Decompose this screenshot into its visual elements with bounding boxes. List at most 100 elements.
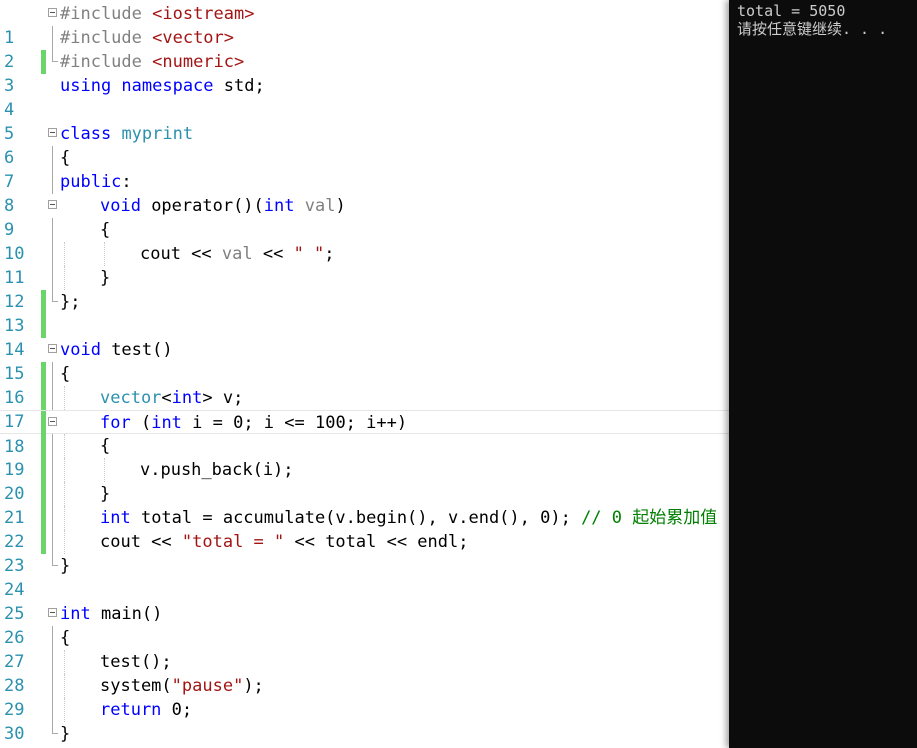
indent-guide: [64, 482, 65, 506]
identifier-token: operator()(: [140, 196, 264, 216]
code-line[interactable]: 7 {: [0, 146, 729, 192]
code-editor[interactable]: 1 #include <iostream> 2 #include <vector…: [0, 0, 729, 748]
fold-guide-end: [52, 50, 58, 62]
code-line[interactable]: 3 #include <numeric>: [0, 50, 729, 96]
change-indicator: [41, 530, 46, 554]
code-line[interactable]: 13 };: [0, 290, 729, 336]
parameter-token: val: [221, 244, 253, 264]
fold-guide-end: [52, 554, 58, 566]
code-text: return 0;: [100, 698, 192, 722]
preprocessor-token: #include: [60, 52, 153, 72]
brace-token: }: [100, 484, 111, 504]
code-line[interactable]: 17 vector<int> v;: [0, 386, 729, 432]
code-line[interactable]: 11 cout << val << " ";: [0, 242, 729, 288]
code-line[interactable]: 9 void operator()(int val): [0, 194, 729, 240]
identifier-token: << total << endl;: [284, 532, 469, 552]
code-line[interactable]: 2 #include <vector>: [0, 26, 729, 72]
screen: 1 #include <iostream> 2 #include <vector…: [0, 0, 917, 748]
keyword-token: return: [100, 700, 162, 720]
fold-guide: [52, 530, 53, 554]
code-line[interactable]: 23 cout << "total = " << total << endl;: [0, 530, 729, 576]
indent-guide: [64, 698, 65, 722]
fold-guide: [52, 218, 53, 242]
include-path: <iostream>: [152, 4, 255, 24]
collapse-icon[interactable]: [48, 608, 57, 617]
code-line[interactable]: 27 {: [0, 626, 729, 672]
code-text: vector<int> v;: [100, 386, 243, 410]
code-text: public:: [60, 170, 132, 194]
punctuation-token: (: [130, 413, 152, 433]
code-line[interactable]: 25: [0, 578, 729, 624]
indent-guide: [64, 650, 65, 674]
string-token: "total = ": [181, 532, 285, 552]
parameter-token: val: [304, 196, 336, 216]
code-line[interactable]: 20 v.push_back(i);: [0, 458, 729, 504]
code-line[interactable]: 10 {: [0, 218, 729, 264]
identifier-token: test();: [100, 652, 172, 672]
brace-token: {: [100, 220, 111, 240]
code-line[interactable]: 5: [0, 98, 729, 144]
code-line[interactable]: 26 int main(): [0, 602, 729, 648]
code-text: using namespace std;: [60, 74, 265, 98]
identifier-token: > v;: [202, 388, 244, 408]
fold-guide: [52, 386, 53, 410]
collapse-icon[interactable]: [48, 8, 57, 17]
current-code-line[interactable]: 18 for (int i = 0; i <= 100; i++): [0, 410, 729, 457]
collapse-icon[interactable]: [48, 344, 57, 353]
preprocessor-token: #include: [60, 28, 153, 48]
change-indicator: [41, 506, 46, 530]
code-line[interactable]: 19 {: [0, 434, 729, 480]
code-line[interactable]: 28 test();: [0, 650, 729, 696]
include-path: <numeric>: [152, 52, 245, 72]
indent-guide: [64, 434, 65, 458]
fold-guide: [52, 458, 53, 482]
code-text: {: [60, 362, 70, 386]
indent-guide: [64, 506, 65, 530]
code-text: test();: [100, 650, 172, 674]
console-window[interactable]: total = 5050 请按任意键继续. . .: [729, 0, 917, 748]
string-token: "pause": [171, 676, 244, 696]
code-text: }: [60, 554, 70, 578]
change-indicator: [41, 458, 46, 482]
fold-guide: [52, 26, 53, 50]
code-line[interactable]: 4 using namespace std;: [0, 74, 729, 120]
code-line[interactable]: 24 }: [0, 554, 729, 600]
code-line[interactable]: 6 class myprint: [0, 122, 729, 168]
collapse-icon[interactable]: [48, 128, 57, 137]
code-line[interactable]: 22 int total = accumulate(v.begin(), v.e…: [0, 506, 729, 552]
code-line[interactable]: 14: [0, 314, 729, 360]
code-line[interactable]: 29 system("pause");: [0, 674, 729, 720]
indent-guide: [64, 266, 65, 290]
code-text: {: [100, 434, 110, 458]
console-output-line: total = 5050: [737, 2, 846, 20]
code-line[interactable]: 16 {: [0, 362, 729, 408]
code-text: }: [100, 482, 110, 506]
collapse-icon[interactable]: [48, 200, 57, 209]
fold-guide: [52, 146, 53, 170]
change-indicator: [41, 314, 46, 338]
code-line[interactable]: 8 public:: [0, 170, 729, 216]
code-text: #include <vector>: [60, 26, 234, 50]
code-line[interactable]: 12 }: [0, 266, 729, 312]
code-text: system("pause");: [100, 674, 264, 698]
code-line[interactable]: 30 return 0;: [0, 698, 729, 744]
fold-guide: [52, 650, 53, 674]
collapse-icon[interactable]: [48, 417, 57, 426]
keyword-token: class: [60, 124, 112, 144]
keyword-token: int: [100, 508, 131, 528]
brace-token: }: [100, 268, 111, 288]
brace-token: }: [60, 556, 71, 576]
indent-guide: [64, 242, 65, 266]
code-line[interactable]: 1 #include <iostream>: [0, 2, 729, 48]
change-indicator: [41, 386, 46, 410]
identifier-token: v.push_back(i);: [140, 460, 294, 480]
code-line[interactable]: 31 }: [0, 722, 729, 746]
code-line[interactable]: 15 void test(): [0, 338, 729, 384]
code-text: void test(): [60, 338, 173, 362]
change-indicator: [41, 434, 46, 458]
code-line[interactable]: 21 }: [0, 482, 729, 528]
fold-guide-end: [52, 722, 58, 734]
fold-guide: [52, 242, 53, 266]
indent-guide: [104, 458, 105, 482]
identifier-token: total = accumulate(v.begin(), v.end(), 0…: [130, 508, 582, 528]
